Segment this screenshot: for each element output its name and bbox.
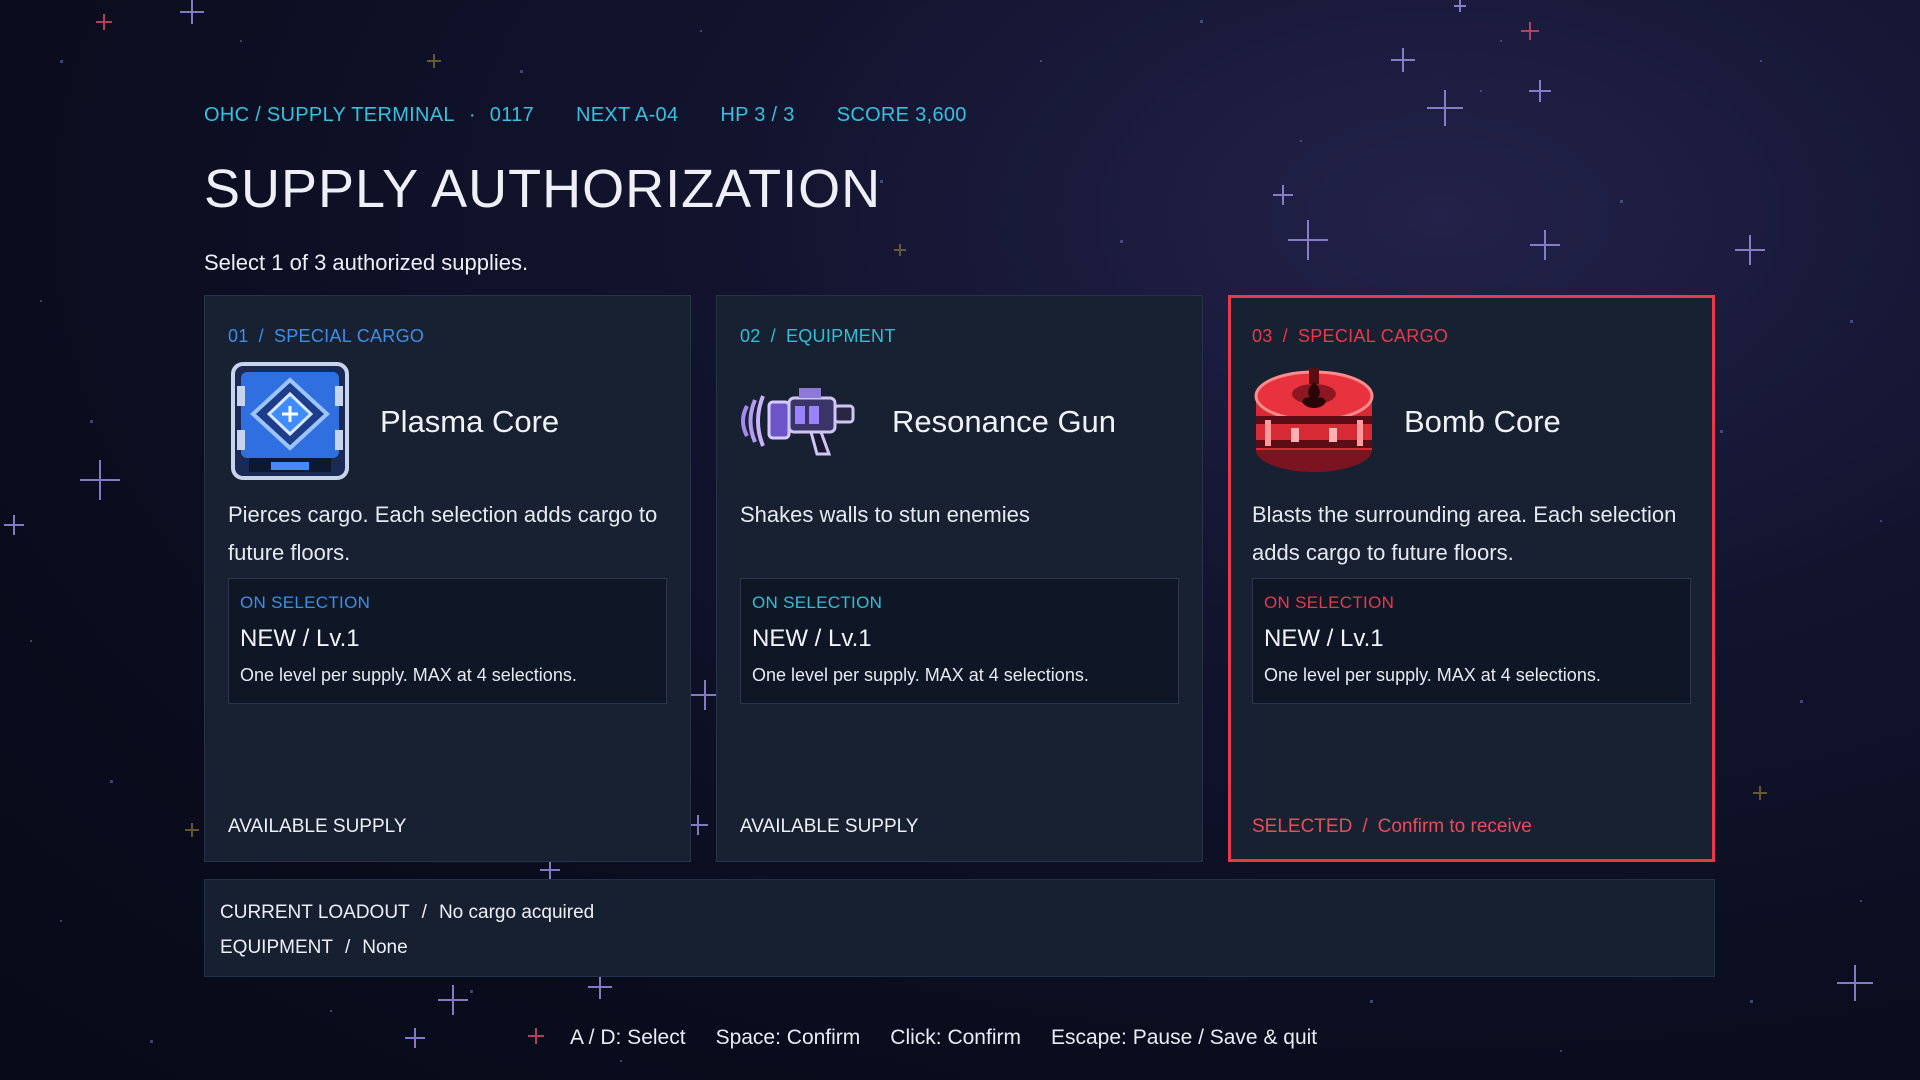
- effect-note: One level per supply. MAX at 4 selection…: [1264, 665, 1601, 685]
- supply-card-resonance-gun[interactable]: 02/EQUIPMENT Resonance Gun Shakes walls …: [716, 295, 1203, 862]
- on-selection-panel: ON SELECTION NEW / Lv.1 One level per su…: [740, 578, 1179, 704]
- confirm-hint: Confirm to receive: [1377, 816, 1532, 837]
- hint-confirm-key: Space: Confirm: [715, 1026, 861, 1049]
- item-description: Shakes walls to stun enemies: [740, 502, 1030, 527]
- item-name: Plasma Core: [380, 404, 560, 439]
- score-readout: SCORE 3,600: [836, 104, 967, 126]
- current-loadout-panel: CURRENT LOADOUT / No cargo acquired EQUIPM…: [204, 879, 1715, 977]
- effect-label: ON SELECTION: [1264, 593, 1395, 612]
- effect-note: One level per supply. MAX at 4 selection…: [752, 665, 1089, 685]
- loadout-equipment-value: None: [362, 937, 408, 958]
- supply-card-plasma-core[interactable]: 01/SPECIAL CARGO Plasma Core Pierces car…: [204, 295, 691, 862]
- header-status-bar: OHC / SUPPLY TERMINAL · 0117 NEXT A-04 H…: [204, 104, 967, 127]
- terminal-location: OHC / SUPPLY TERMINAL · 0117: [204, 104, 534, 127]
- item-name: Bomb Core: [1404, 404, 1561, 439]
- effect-label: ON SELECTION: [752, 593, 883, 612]
- loadout-equipment-label: EQUIPMENT: [220, 937, 333, 958]
- card-tag: 02/EQUIPMENT: [740, 326, 896, 346]
- on-selection-panel: ON SELECTION NEW / Lv.1 One level per su…: [228, 578, 667, 704]
- selected-status: SELECTED: [1252, 816, 1353, 837]
- next-stage: NEXT A-04: [576, 104, 679, 126]
- on-selection-panel: ON SELECTION NEW / Lv.1 One level per su…: [1252, 578, 1691, 704]
- effect-level: NEW / Lv.1: [752, 625, 872, 652]
- run-id: 0117: [489, 104, 534, 126]
- loadout-equipment-row: EQUIPMENT / None: [220, 937, 408, 958]
- item-description: Blasts the surrounding area. Each select…: [1252, 502, 1677, 565]
- card-category: SPECIAL CARGO: [1297, 326, 1449, 346]
- effect-note: One level per supply. MAX at 4 selection…: [240, 665, 577, 685]
- card-index: 02: [740, 326, 761, 346]
- page-title: SUPPLY AUTHORIZATION: [204, 159, 882, 219]
- loadout-cargo-row: CURRENT LOADOUT / No cargo acquired: [220, 902, 595, 923]
- hp-readout: HP 3 / 3: [720, 104, 795, 126]
- resonance-gun-icon: [739, 358, 865, 484]
- card-footer-status: AVAILABLE SUPPLY: [740, 816, 919, 837]
- page-subtitle: Select 1 of 3 authorized supplies.: [204, 250, 529, 275]
- hint-pause: Escape: Pause / Save & quit: [1050, 1026, 1318, 1049]
- header-dot: ·: [468, 104, 476, 126]
- effect-level: NEW / Lv.1: [1264, 625, 1384, 652]
- location-label: OHC / SUPPLY TERMINAL: [204, 104, 455, 126]
- item-description: Pierces cargo. Each selection adds cargo…: [228, 502, 658, 565]
- card-tag: 01/SPECIAL CARGO: [228, 326, 425, 346]
- plasma-core-icon: [227, 358, 353, 484]
- card-category: EQUIPMENT: [785, 326, 896, 346]
- supply-card-bomb-core[interactable]: 03/SPECIAL CARGO Bomb Core Blasts the su…: [1228, 295, 1715, 862]
- loadout-cargo-value: No cargo acquired: [438, 902, 595, 923]
- hint-select: A / D: Select: [570, 1026, 686, 1049]
- effect-level: NEW / Lv.1: [240, 625, 360, 652]
- card-footer-status: AVAILABLE SUPPLY: [228, 816, 407, 837]
- card-index: 01: [228, 326, 249, 346]
- effect-label: ON SELECTION: [240, 593, 371, 612]
- card-tag: 03/SPECIAL CARGO: [1252, 326, 1449, 346]
- bomb-core-icon: [1251, 358, 1377, 484]
- control-hints: A / D: Select Space: Confirm Click: Conf…: [570, 1026, 1317, 1050]
- item-name: Resonance Gun: [892, 404, 1117, 439]
- card-footer-status: SELECTED / Confirm to receive: [1252, 816, 1532, 837]
- loadout-cargo-label: CURRENT LOADOUT: [220, 902, 410, 923]
- card-index: 03: [1252, 326, 1273, 346]
- card-category: SPECIAL CARGO: [273, 326, 425, 346]
- hint-confirm-click: Click: Confirm: [890, 1026, 1021, 1049]
